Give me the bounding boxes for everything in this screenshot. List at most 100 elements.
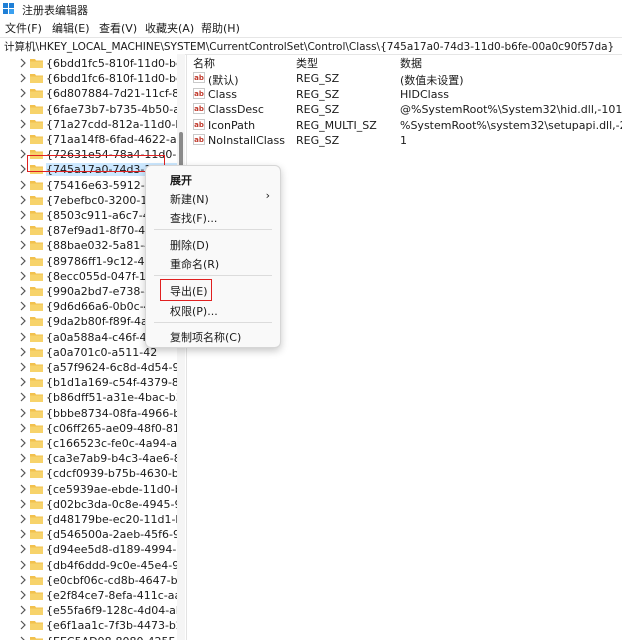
- tree-item[interactable]: {71aa14f8-6fad-4622-ad: [0, 132, 177, 147]
- tree-item-label[interactable]: {7ebefbc0-3200-11: [46, 194, 154, 207]
- chevron-right-icon[interactable]: [19, 499, 27, 509]
- tree-item-label[interactable]: {89786ff1-9c12-40: [46, 255, 152, 268]
- tree-item-label[interactable]: {8ecc055d-047f-11: [46, 270, 153, 283]
- chevron-right-icon[interactable]: [19, 301, 27, 311]
- chevron-right-icon[interactable]: [19, 529, 27, 539]
- tree-item-label[interactable]: {c166523c-fe0c-4a94-a58: [46, 437, 177, 450]
- ctx-rename[interactable]: 重命名(R): [170, 256, 219, 272]
- tree-item[interactable]: {e0cbf06c-cd8b-4647-bb: [0, 573, 177, 588]
- value-row[interactable]: ab (默认) REG_SZ (数值未设置): [188, 71, 622, 87]
- tree-item-label[interactable]: {75416e63-5912-4: [46, 179, 152, 192]
- tree-item-label[interactable]: {cdcf0939-b75b-4630-bf: [46, 467, 177, 480]
- value-row[interactable]: ab IconPath REG_MULTI_SZ %SystemRoot%\syste…: [188, 118, 622, 133]
- tree-item-label[interactable]: {e6f1aa1c-7f3b-4473-b2e: [46, 619, 177, 632]
- chevron-right-icon[interactable]: [19, 58, 27, 68]
- chevron-right-icon[interactable]: [19, 408, 27, 418]
- tree-item[interactable]: {6bdd1fc6-810f-11d0-be: [0, 71, 177, 86]
- tree-item[interactable]: {c06ff265-ae09-48f0-812: [0, 421, 177, 436]
- tree-item-label[interactable]: {8503c911-a6c7-4: [46, 209, 150, 222]
- tree-item[interactable]: {EEC5AD98-8080-425F-9: [0, 634, 177, 640]
- value-name[interactable]: IconPath: [208, 119, 255, 132]
- chevron-right-icon[interactable]: [19, 438, 27, 448]
- tree-item-label[interactable]: {87ef9ad1-8f70-49: [46, 224, 152, 237]
- tree-item[interactable]: {e6f1aa1c-7f3b-4473-b2e: [0, 618, 177, 633]
- ctx-new[interactable]: 新建(N): [170, 191, 209, 207]
- chevron-right-icon[interactable]: [19, 88, 27, 98]
- tree-item-label[interactable]: {6d807884-7d21-11cf-80: [46, 87, 177, 100]
- tree-item[interactable]: {71a27cdd-812a-11d0-b: [0, 117, 177, 132]
- chevron-right-icon[interactable]: [19, 225, 27, 235]
- tree-item-label[interactable]: {a0a701c0-a511-42: [46, 346, 157, 359]
- chevron-right-icon[interactable]: [19, 73, 27, 83]
- tree-item-label[interactable]: {e2f84ce7-8efa-411c-aa6: [46, 589, 177, 602]
- tree-item-label[interactable]: {c06ff265-ae09-48f0-812: [46, 422, 177, 435]
- chevron-right-icon[interactable]: [19, 256, 27, 266]
- tree-item[interactable]: {d546500a-2aeb-45f6-94: [0, 527, 177, 542]
- chevron-right-icon[interactable]: [19, 423, 27, 433]
- chevron-right-icon[interactable]: [19, 453, 27, 463]
- tree-item-label[interactable]: {88bae032-5a81-4: [46, 239, 151, 252]
- chevron-right-icon[interactable]: [19, 104, 27, 114]
- chevron-right-icon[interactable]: [19, 149, 27, 159]
- tree-item-label[interactable]: {9d6d66a6-0b0c-4: [46, 300, 151, 313]
- tree-item-label[interactable]: {d48179be-ec20-11d1-b: [46, 513, 177, 526]
- chevron-right-icon[interactable]: [19, 620, 27, 630]
- tree-item[interactable]: {ca3e7ab9-b4c3-4ae6-82: [0, 451, 177, 466]
- chevron-right-icon[interactable]: [19, 484, 27, 494]
- column-header-name[interactable]: 名称: [193, 55, 215, 71]
- tree-item-label[interactable]: {a0a588a4-c46f-4b: [46, 331, 153, 344]
- chevron-right-icon[interactable]: [19, 164, 27, 174]
- tree-item-label[interactable]: {71aa14f8-6fad-4622-ad: [46, 133, 177, 146]
- tree-item[interactable]: {e55fa6f9-128c-4d04-aba: [0, 603, 177, 618]
- tree-item[interactable]: {6fae73b7-b735-4b50-a0: [0, 102, 177, 117]
- chevron-right-icon[interactable]: [19, 195, 27, 205]
- chevron-right-icon[interactable]: [19, 560, 27, 570]
- menu-view[interactable]: 查看(V): [99, 20, 137, 36]
- tree-item-label[interactable]: {6bdd1fc5-810f-11d0-be: [46, 57, 177, 70]
- tree-item[interactable]: {6bdd1fc5-810f-11d0-be: [0, 56, 177, 71]
- menu-edit[interactable]: 编辑(E): [52, 20, 90, 36]
- menu-favorites[interactable]: 收藏夹(A): [145, 20, 194, 36]
- chevron-right-icon[interactable]: [19, 636, 27, 640]
- chevron-right-icon[interactable]: [19, 240, 27, 250]
- tree-item[interactable]: {db4f6ddd-9c0e-45e4-95: [0, 558, 177, 573]
- ctx-find[interactable]: 查找(F)...: [170, 210, 217, 226]
- column-header-type[interactable]: 类型: [296, 55, 318, 71]
- tree-item-label[interactable]: {71a27cdd-812a-11d0-b: [46, 118, 177, 131]
- chevron-right-icon[interactable]: [19, 514, 27, 524]
- address-path[interactable]: 计算机\HKEY_LOCAL_MACHINE\SYSTEM\CurrentCon…: [4, 39, 614, 54]
- tree-item[interactable]: {b86dff51-a31e-4bac-b3: [0, 390, 177, 405]
- tree-item-label[interactable]: {d94ee5d8-d189-4994-8: [46, 543, 177, 556]
- chevron-right-icon[interactable]: [19, 286, 27, 296]
- chevron-right-icon[interactable]: [19, 332, 27, 342]
- tree-item[interactable]: {b1d1a169-c54f-4379-81: [0, 375, 177, 390]
- ctx-permissions[interactable]: 权限(P)...: [170, 303, 218, 319]
- tree-item[interactable]: {a57f9624-6c8d-4d54-9a: [0, 360, 177, 375]
- address-bar[interactable]: 计算机\HKEY_LOCAL_MACHINE\SYSTEM\CurrentCon…: [0, 37, 622, 55]
- ctx-delete[interactable]: 删除(D): [170, 237, 209, 253]
- chevron-right-icon[interactable]: [19, 271, 27, 281]
- tree-item-label[interactable]: {b1d1a169-c54f-4379-81: [46, 376, 177, 389]
- chevron-right-icon[interactable]: [19, 468, 27, 478]
- value-name[interactable]: NoInstallClass: [208, 134, 285, 147]
- tree-item[interactable]: {6d807884-7d21-11cf-80: [0, 86, 177, 101]
- column-header-data[interactable]: 数据: [400, 55, 422, 71]
- chevron-right-icon[interactable]: [19, 544, 27, 554]
- tree-item-label[interactable]: {db4f6ddd-9c0e-45e4-95: [46, 559, 177, 572]
- value-row[interactable]: ab Class REG_SZ HIDClass: [188, 87, 622, 102]
- tree-item-label[interactable]: {6bdd1fc6-810f-11d0-be: [46, 72, 177, 85]
- ctx-expand[interactable]: 展开: [170, 172, 192, 188]
- value-name[interactable]: ClassDesc: [208, 103, 264, 116]
- tree-item-label[interactable]: {d546500a-2aeb-45f6-94: [46, 528, 177, 541]
- tree-item[interactable]: {c166523c-fe0c-4a94-a58: [0, 436, 177, 451]
- chevron-right-icon[interactable]: [19, 575, 27, 585]
- tree-item[interactable]: {bbbe8734-08fa-4966-b6: [0, 406, 177, 421]
- tree-item[interactable]: {d48179be-ec20-11d1-b: [0, 512, 177, 527]
- chevron-right-icon[interactable]: [19, 377, 27, 387]
- chevron-right-icon[interactable]: [19, 119, 27, 129]
- tree-item[interactable]: {cdcf0939-b75b-4630-bf: [0, 466, 177, 481]
- chevron-right-icon[interactable]: [19, 180, 27, 190]
- tree-item[interactable]: {e2f84ce7-8efa-411c-aa6: [0, 588, 177, 603]
- tree-item-label[interactable]: {EEC5AD98-8080-425F-9: [46, 635, 177, 640]
- tree-item-label[interactable]: {ce5939ae-ebde-11d0-b1: [46, 483, 177, 496]
